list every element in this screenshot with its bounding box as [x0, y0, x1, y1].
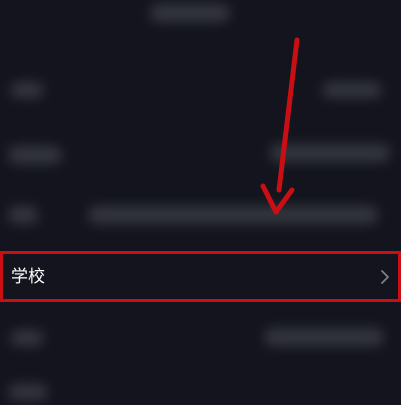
blurred-header-title — [150, 4, 230, 22]
blurred-row-6-label — [8, 384, 48, 400]
blurred-row-1-value — [322, 82, 382, 98]
blurred-row-2-value — [270, 144, 390, 162]
chevron-right-icon — [378, 268, 392, 286]
blurred-row-1-label — [10, 82, 44, 98]
school-row-label: 学校 — [11, 267, 45, 287]
blurred-row-3-label — [8, 206, 38, 224]
settings-row-school[interactable]: 学校 — [0, 251, 401, 302]
blurred-row-5-value — [264, 328, 384, 346]
blurred-row-3-value — [88, 206, 378, 224]
blurred-row-5-label — [10, 330, 44, 346]
blurred-row-2-label — [8, 146, 62, 164]
settings-screen: 学校 — [0, 0, 401, 405]
